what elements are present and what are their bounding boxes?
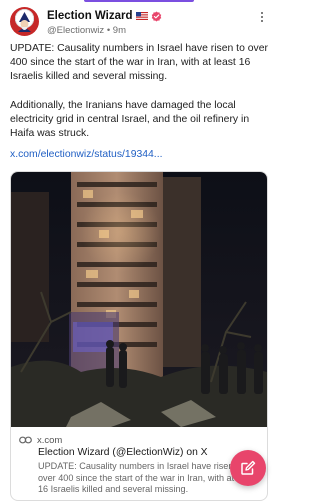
post-text: UPDATE: Causality numbers in Israel have…	[10, 43, 268, 140]
more-vertical-icon[interactable]	[256, 10, 268, 26]
post-link[interactable]: x.com/electionwiz/status/19344...	[10, 149, 162, 160]
author-name[interactable]: Election Wizard	[47, 10, 133, 22]
post-age: 9m	[112, 25, 126, 36]
author-row: Election Wizard	[47, 9, 162, 23]
author-meta: @Electionwiz • 9m	[47, 25, 126, 36]
link-preview-card[interactable]: x.com Election Wizard (@ElectionWiz) on …	[10, 171, 268, 501]
compose-icon	[241, 460, 256, 475]
author-handle[interactable]: @Electionwiz	[47, 25, 104, 36]
us-flag-icon	[135, 12, 148, 20]
compose-button[interactable]	[230, 450, 266, 486]
preview-image	[11, 172, 267, 427]
top-indicator	[84, 0, 194, 2]
meta-separator: •	[106, 25, 111, 36]
link-icon	[19, 436, 32, 444]
link-domain: x.com	[37, 434, 63, 446]
link-card-title: Election Wizard (@ElectionWiz) on X	[38, 447, 208, 458]
verified-badge-icon	[151, 10, 161, 22]
avatar[interactable]	[10, 7, 39, 36]
link-domain-row: x.com	[19, 434, 62, 446]
post-header: Election Wizard @Electionwiz • 9m	[10, 7, 268, 37]
